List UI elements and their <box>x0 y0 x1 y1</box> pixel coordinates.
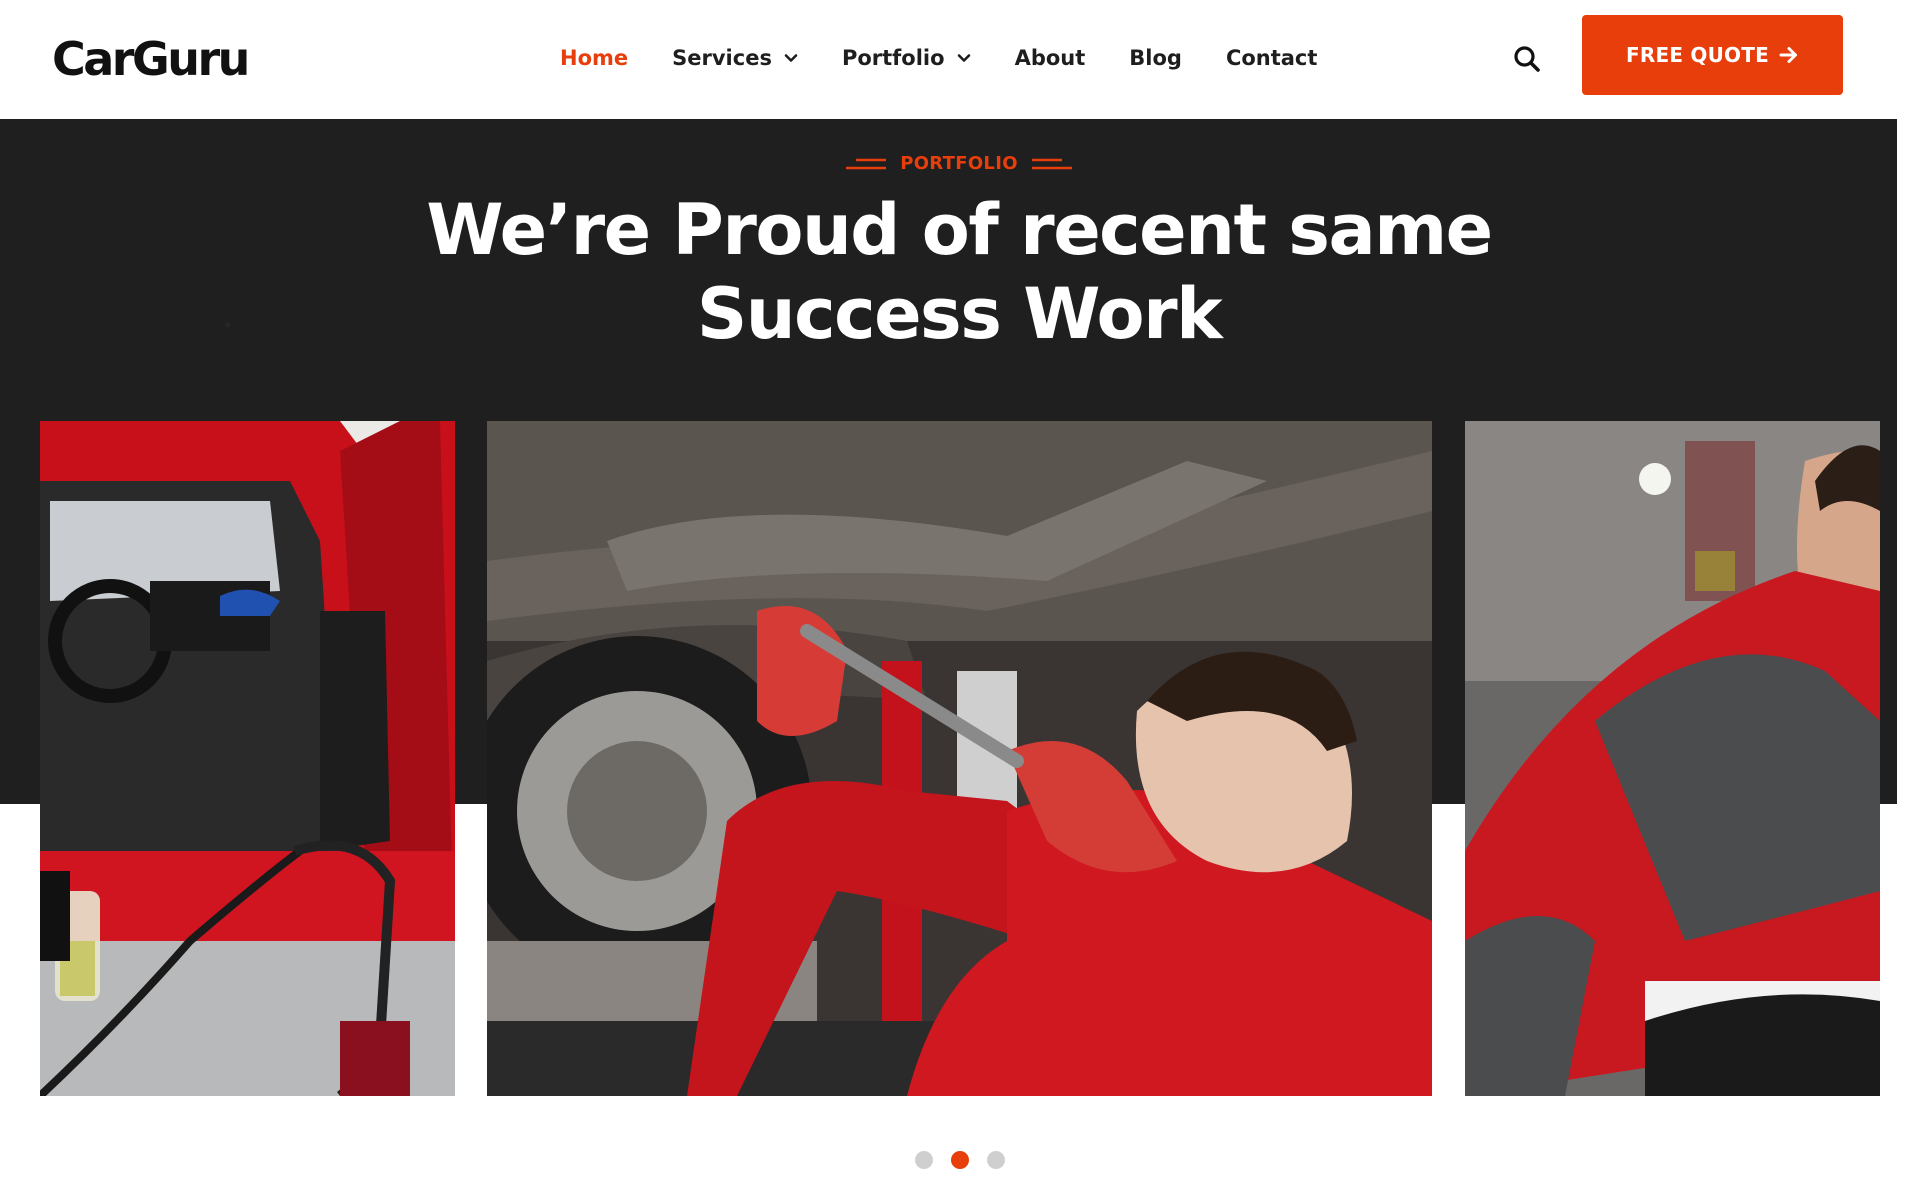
nav-item-about[interactable]: About <box>1015 46 1086 70</box>
site-logo[interactable]: CarGuru <box>52 32 250 86</box>
nav-item-contact[interactable]: Contact <box>1226 46 1318 70</box>
carousel-pagination <box>915 1151 1023 1169</box>
nav-item-services[interactable]: Services <box>672 46 798 70</box>
chevron-down-icon <box>957 54 970 62</box>
mechanic-engine-image <box>1465 421 1880 1096</box>
main-nav: Home Services Portfolio About Blog Conta… <box>560 46 1361 70</box>
nav-item-blog[interactable]: Blog <box>1129 46 1182 70</box>
mechanic-under-car-image <box>487 421 1432 1096</box>
chevron-down-icon <box>784 54 798 62</box>
decor-lines-right <box>1031 158 1072 169</box>
section-title: We’re Proud of recent same Success Work <box>0 188 1918 356</box>
carousel-dot-2[interactable] <box>951 1151 969 1169</box>
nav-item-home[interactable]: Home <box>560 46 628 70</box>
decor-lines-left <box>846 158 887 169</box>
page-edge <box>1897 0 1918 1199</box>
portfolio-card-1[interactable] <box>40 421 455 1096</box>
nav-item-label: Contact <box>1225 46 1318 70</box>
nav-item-portfolio[interactable]: Portfolio <box>842 46 971 70</box>
section-title-line-1: We’re Proud of recent same <box>426 189 1493 271</box>
section-eyebrow: PORTFOLIO <box>0 153 1918 174</box>
site-header: CarGuru Home Services Portfolio About Bl… <box>0 0 1897 119</box>
nav-item-label: Blog <box>1129 46 1182 70</box>
search-icon <box>1514 46 1540 72</box>
free-quote-button[interactable]: FREE QUOTE <box>1582 15 1843 95</box>
car-interior-cleaning-image <box>40 421 455 1096</box>
carousel-dot-3[interactable] <box>987 1151 1005 1169</box>
portfolio-card-2[interactable] <box>487 421 1432 1096</box>
nav-item-label: Services <box>672 46 772 70</box>
search-button[interactable] <box>1512 44 1542 74</box>
arrow-right-icon <box>1779 47 1797 63</box>
nav-item-label: About <box>1014 46 1086 70</box>
free-quote-label: FREE QUOTE <box>1626 43 1769 67</box>
section-title-line-2: Success Work <box>696 273 1223 355</box>
carousel-dot-1[interactable] <box>915 1151 933 1169</box>
portfolio-card-3[interactable] <box>1465 421 1880 1096</box>
nav-item-label: Portfolio <box>841 46 945 70</box>
nav-item-label: Home <box>560 46 629 70</box>
eyebrow-label: PORTFOLIO <box>900 153 1018 174</box>
